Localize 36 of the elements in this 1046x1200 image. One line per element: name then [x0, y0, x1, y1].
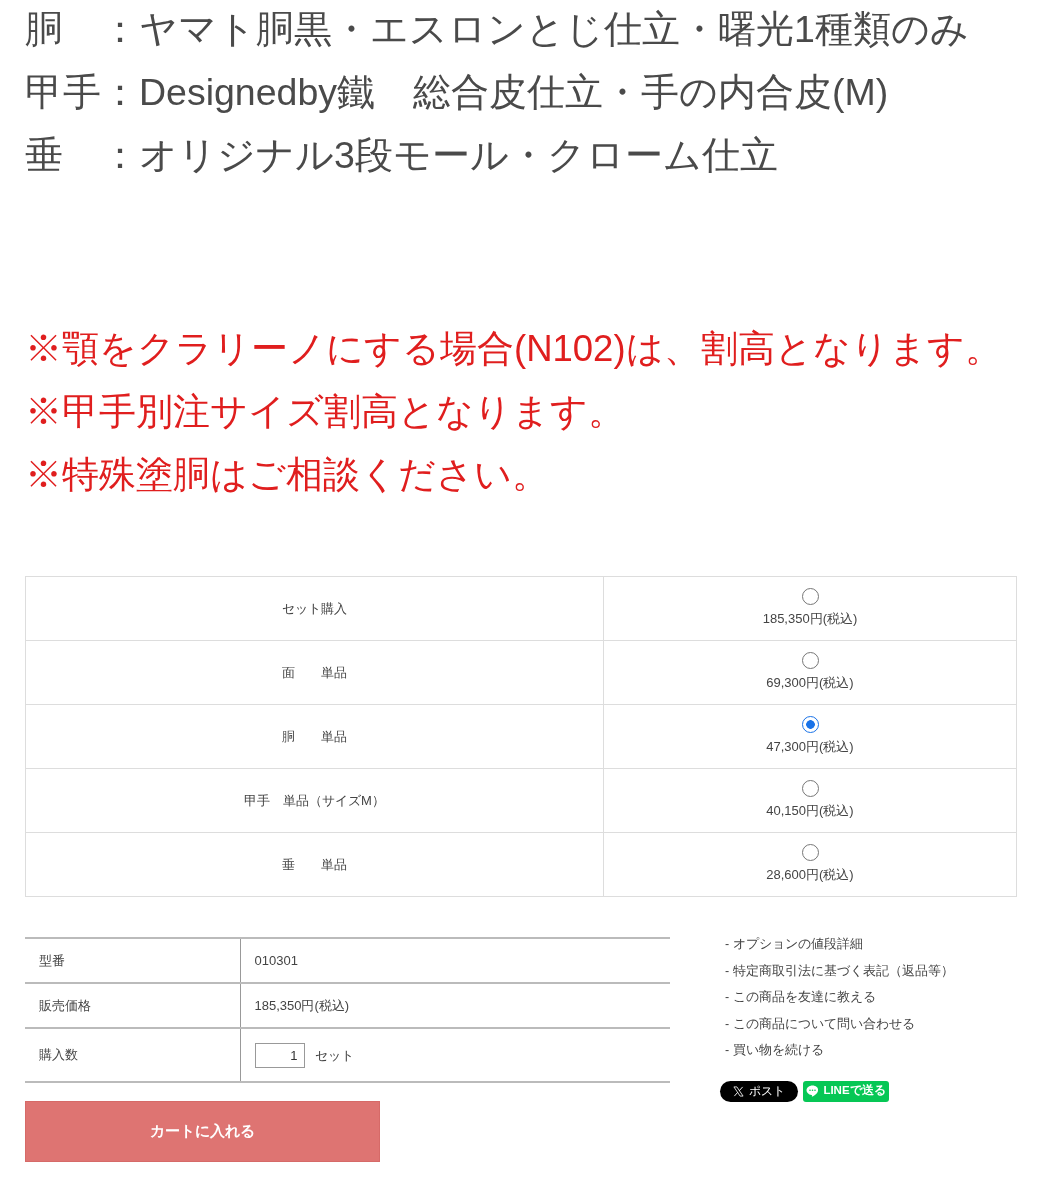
notice-text: ※特殊塗胴はご相談ください。: [25, 453, 549, 497]
quantity-field[interactable]: 1: [254, 1042, 305, 1068]
detail-label: 販売価格: [39, 997, 91, 1013]
detail-label: 購入数: [39, 1047, 78, 1063]
radio-button[interactable]: [801, 652, 819, 670]
option-label: セット購入: [282, 599, 347, 618]
post-button[interactable]: ポスト: [720, 1080, 798, 1102]
chat-bubble-icon: [806, 1085, 820, 1097]
spec-text: 胴 ：ヤマト胴黒・エスロンとじ仕立・曙光1種類のみ: [25, 7, 969, 52]
unit-label: セット: [314, 1047, 354, 1063]
option-label: 面 単品: [282, 663, 347, 682]
detail-value: 010301: [254, 952, 298, 968]
text-link[interactable]: - 特定商取引法に基づく表記（返品等）: [725, 957, 954, 984]
radio-button[interactable]: [801, 844, 819, 862]
notice-text: ※顎をクラリーノにする場合(N102)は、割高となります。: [25, 327, 1002, 371]
option-label: 胴 単品: [282, 727, 347, 746]
option-label: 垂 単品: [282, 855, 347, 874]
spec-text: 甲手：Designedby鐵 総合皮仕立・手の内合皮(M): [25, 70, 889, 115]
detail-label: 型番: [39, 952, 65, 968]
x-logo-icon: [733, 1085, 744, 1097]
option-price: 47,300円(税込): [766, 738, 854, 757]
option-price: 40,150円(税込): [766, 802, 854, 821]
detail-value: 185,350円(税込): [254, 997, 350, 1013]
text-link[interactable]: - この商品を友達に教える: [725, 984, 876, 1011]
option-price: 28,600円(税込): [766, 866, 854, 885]
notice-text: ※甲手別注サイズ割高となります。: [25, 390, 625, 434]
option-label: 甲手 単品（サイズM）: [244, 791, 385, 810]
text-link[interactable]: - オプションの値段詳細: [725, 931, 863, 958]
radio-button[interactable]: [801, 780, 819, 798]
option-price: 69,300円(税込): [766, 674, 854, 693]
radio-button[interactable]: [801, 588, 819, 606]
spec-text: 垂 ：オリジナル3段モール・クローム仕立: [25, 133, 778, 178]
option-price: 185,350円(税込): [762, 610, 858, 629]
radio-button[interactable]: [801, 716, 819, 734]
text-link[interactable]: - この商品について問い合わせる: [725, 1010, 915, 1037]
text-link[interactable]: - 買い物を続ける: [725, 1037, 824, 1064]
